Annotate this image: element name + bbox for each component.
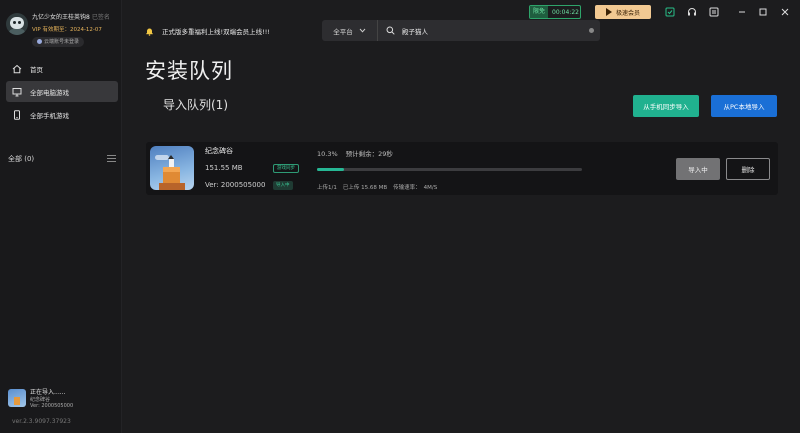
game-name: 纪念碑谷 (205, 147, 233, 155)
list-view-icon[interactable] (107, 155, 116, 163)
rate-label: 传输速率： (393, 185, 421, 191)
platform-select-value: 全平台 (333, 27, 353, 36)
sidebar: 九亿少女的王桂英钩8 已签名 VIP 有效期至：2024-12-07 云端账号未登… (0, 0, 122, 433)
progress-summary: 10.3% 预计剩余：29秒 (317, 148, 393, 158)
maximize-icon[interactable] (757, 6, 769, 18)
importing-button[interactable]: 导入中 (676, 158, 720, 180)
eta-text: 预计剩余：29秒 (345, 150, 393, 158)
game-size: 151.55 MB (205, 164, 243, 172)
app-version: ver.2.3.9097.37923 (12, 418, 71, 425)
sidebar-item-home[interactable]: 首页 (6, 58, 118, 79)
headset-icon[interactable] (686, 6, 698, 18)
free-tag: 限免 (530, 6, 549, 18)
settings-icon[interactable] (708, 6, 720, 18)
sidebar-item-label: 全部电脑游戏 (30, 88, 69, 97)
minimize-icon[interactable] (736, 6, 748, 18)
avatar[interactable] (6, 13, 28, 35)
close-icon[interactable] (779, 6, 791, 18)
chevron-down-icon (359, 28, 366, 33)
search-icon[interactable] (386, 26, 395, 35)
status-badge: 导入中 (273, 181, 293, 190)
mini-task-version: Ver: 2000505000 (30, 403, 74, 409)
game-thumbnail (150, 146, 194, 190)
sidebar-item-label: 首页 (30, 65, 43, 74)
sidebar-item-pc-games[interactable]: 全部电脑游戏 (6, 81, 118, 102)
import-from-pc-button[interactable]: 从PC本地导入 (711, 95, 777, 117)
page-title: 安装队列 (145, 59, 233, 83)
platform-select[interactable]: 全平台 (322, 20, 378, 41)
clear-icon[interactable] (589, 28, 594, 33)
progress-bar (317, 168, 582, 171)
phone-icon (11, 109, 22, 120)
vip-membership-button[interactable]: 极速会员 (595, 5, 651, 19)
vip-expiry: VIP 有效期至：2024-12-07 (32, 27, 102, 33)
announcement-text: 正式版多重福利上线!双端会员上线!!! (162, 28, 270, 36)
delete-button[interactable]: 删除 (726, 158, 770, 180)
cloud-account-bind[interactable]: 云端账号未登录 (32, 37, 85, 47)
home-icon (11, 63, 22, 74)
all-games-label: 全部 (0) (8, 155, 35, 163)
sync-badge: 游戏同步 (273, 164, 299, 173)
queue-title: 导入队列(1) (163, 98, 228, 112)
progress-detail: 上传1/1 已上传 15.68 MB 传输速率： 4M/S (317, 183, 443, 191)
upload-count: 上传1/1 (317, 185, 337, 191)
free-speed-timer[interactable]: 限免 00:04:22 (529, 5, 581, 19)
sidebar-item-mobile-games[interactable]: 全部手机游戏 (6, 104, 118, 125)
game-version: Ver: 2000505000 (205, 181, 266, 189)
announcement[interactable]: 正式版多重福利上线!双端会员上线!!! (145, 24, 320, 38)
monitor-icon (11, 86, 22, 97)
import-from-phone-button[interactable]: 从手机同步导入 (633, 95, 699, 117)
vip-button-label: 极速会员 (615, 9, 640, 17)
timer-value: 00:04:22 (552, 8, 579, 16)
user-profile[interactable]: 九亿少女的王桂英钩8 已签名 VIP 有效期至：2024-12-07 云端账号未登… (6, 10, 118, 50)
all-games-filter[interactable]: 全部 (0) (8, 154, 118, 164)
user-tag: 已签名 (91, 14, 110, 21)
mini-task-name: 纪念碑谷 (30, 397, 51, 403)
sidebar-item-label: 全部手机游戏 (30, 111, 69, 120)
progress-fill (317, 168, 345, 171)
checkin-icon[interactable] (664, 6, 676, 18)
progress-percent: 10.3% (317, 150, 338, 158)
rate-value: 4M/S (423, 185, 438, 191)
current-task-mini[interactable]: 正在导入...... 纪念碑谷 Ver: 2000505000 (8, 387, 118, 411)
search-input[interactable] (402, 20, 589, 41)
bell-icon (145, 27, 154, 36)
play-icon (605, 8, 612, 16)
app-window: 九亿少女的王桂英钩8 已签名 VIP 有效期至：2024-12-07 云端账号未登… (0, 0, 800, 433)
user-name: 九亿少女的王桂英钩8 已签名 (32, 14, 110, 21)
uploaded-size: 已上传 15.68 MB (342, 185, 388, 191)
mini-task-status: 正在导入...... (30, 389, 66, 396)
cloud-icon (37, 39, 42, 44)
game-thumbnail (8, 389, 26, 407)
search-bar: 全平台 (322, 20, 600, 41)
import-task-card: 纪念碑谷 151.55 MB Ver: 2000505000 游戏同步 导入中 … (146, 142, 778, 195)
